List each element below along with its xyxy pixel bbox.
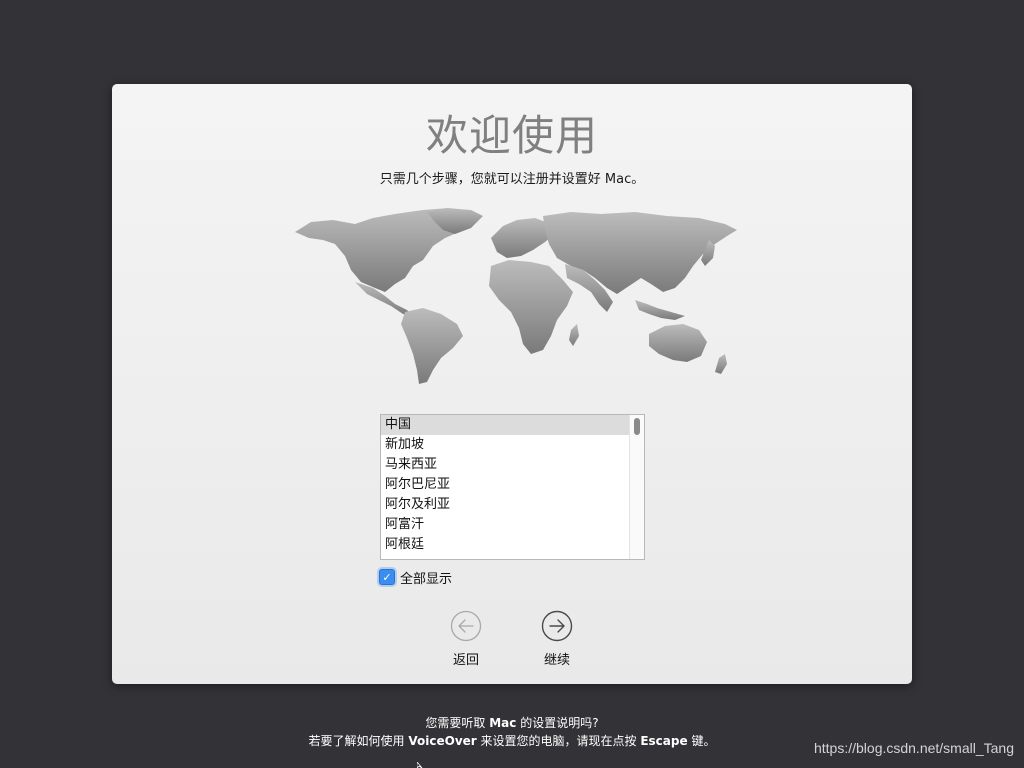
- list-item[interactable]: 中国: [381, 415, 630, 435]
- list-item[interactable]: 阿富汗: [381, 515, 630, 535]
- back-label: 返回: [452, 653, 479, 668]
- continue-button[interactable]: 继续: [527, 610, 587, 668]
- checkmark-icon: ✓: [382, 570, 392, 584]
- show-all-checkbox-row[interactable]: ✓ 全部显示: [379, 568, 452, 587]
- list-scrollbar[interactable]: [629, 415, 644, 559]
- list-item[interactable]: 阿根廷: [381, 535, 630, 555]
- list-item[interactable]: 阿尔巴尼亚: [381, 475, 630, 495]
- world-map: [295, 208, 737, 384]
- list-item[interactable]: 阿尔及利亚: [381, 495, 630, 515]
- list-item[interactable]: 马来西亚: [381, 455, 630, 475]
- show-all-checkbox[interactable]: ✓: [379, 569, 395, 585]
- watermark: https://blog.csdn.net/small_Tang: [813, 740, 1014, 756]
- country-list[interactable]: 中国 新加坡 马来西亚 阿尔巴尼亚 阿尔及利亚 阿富汗 阿根廷: [380, 414, 645, 560]
- setup-panel: 欢迎使用 只需几个步骤，您就可以注册并设置好 Mac。 中国 新加坡 马来西亚 …: [112, 84, 912, 684]
- page-subtitle: 只需几个步骤，您就可以注册并设置好 Mac。: [379, 172, 645, 187]
- arrow-right-circle-icon: [541, 610, 573, 642]
- continue-label: 继续: [543, 653, 570, 668]
- list-item[interactable]: 新加坡: [381, 435, 630, 455]
- arrow-left-circle-icon: [450, 610, 482, 642]
- voiceover-hint-line1: 您需要听取 Mac 的设置说明吗?: [425, 716, 599, 730]
- show-all-label[interactable]: 全部显示: [400, 568, 452, 587]
- scrollbar-thumb[interactable]: [634, 418, 640, 435]
- page-title: 欢迎使用: [425, 111, 598, 160]
- mouse-cursor: [417, 762, 423, 768]
- back-button[interactable]: 返回: [436, 610, 496, 668]
